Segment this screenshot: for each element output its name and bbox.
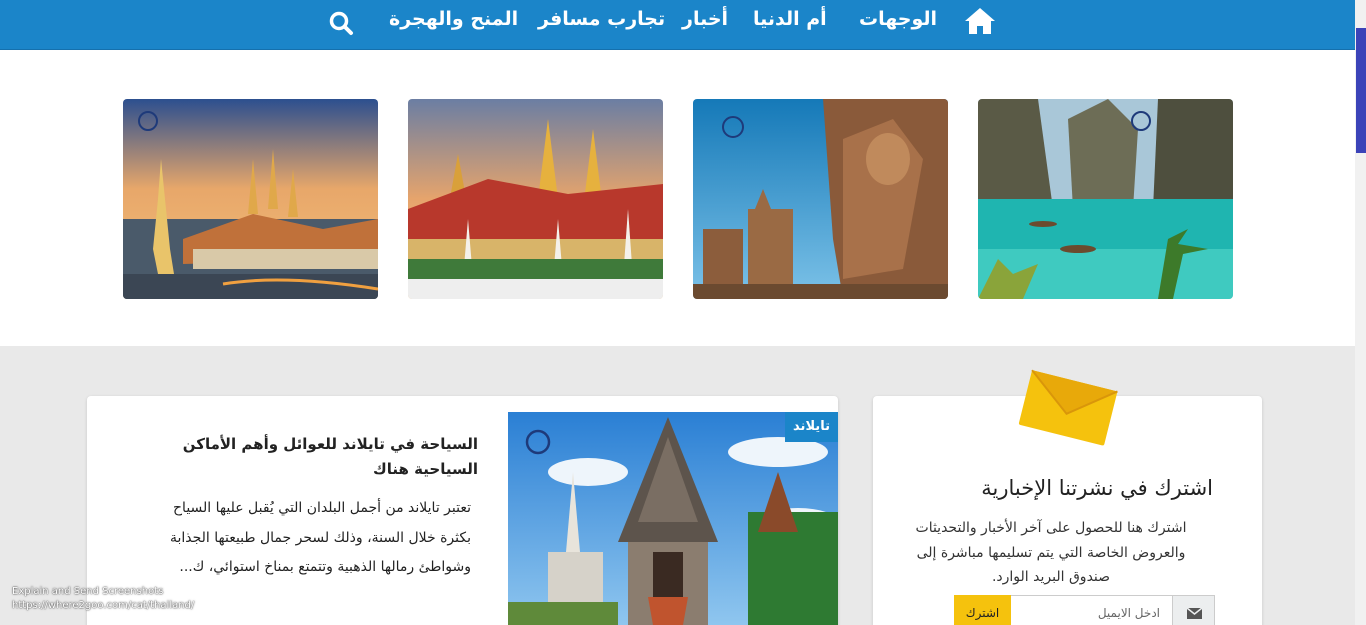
screenshot-overlay-caption: Explain and Send Screenshots https://whe… [12,585,194,613]
newsletter-description: اشترك هنا للحصول على آخر الأخبار والتحدي… [915,520,1187,585]
mail-icon [1186,607,1203,619]
envelope-icon [1018,369,1118,446]
grand-palace-photo [408,99,663,299]
nav-item-scholarships-immigration[interactable]: المنح والهجرة [389,8,518,30]
chiang-mai-temple-photo [508,412,838,625]
article-title[interactable]: السياحة في تايلاند للعوائل وأهم الأماكن … [160,432,478,482]
scrollbar-thumb[interactable] [1356,28,1366,153]
gallery-image-buddha-statue[interactable] [693,99,948,299]
bangkok-temple-photo [123,99,378,299]
overlay-caption-title: Explain and Send Screenshots [12,586,164,597]
email-field[interactable] [1010,595,1173,625]
gallery-image-grand-palace[interactable] [408,99,663,299]
top-navigation-bar: الوجهات أم الدنيا أخبار تجارب مسافر المن… [0,0,1355,50]
subscribe-button[interactable]: اشترك [954,595,1011,625]
newsletter-title: اشترك في نشرتنا الإخبارية [981,476,1213,500]
article-excerpt: تعتبر تايلاند من أجمل البلدان التي يُقبل… [169,500,471,575]
nav-item-destinations[interactable]: الوجهات [859,8,937,30]
overlay-caption-url: https://where2goo.com/cat/thailand/ [12,600,195,611]
category-badge[interactable]: تايلاند [785,412,838,442]
search-icon[interactable] [328,10,354,36]
buddha-statue-photo [693,99,948,299]
gallery-image-phi-phi-islands[interactable] [978,99,1233,299]
article-thumbnail[interactable] [508,412,838,625]
nav-item-news[interactable]: أخبار [682,8,728,30]
gallery-image-bangkok-temple[interactable] [123,99,378,299]
nav-item-traveler-experiences[interactable]: تجارب مسافر [538,8,665,30]
email-field-addon [1172,595,1215,625]
home-icon[interactable] [963,6,997,36]
nav-item-egypt[interactable]: أم الدنيا [753,8,827,30]
phi-phi-islands-photo [978,99,1233,299]
